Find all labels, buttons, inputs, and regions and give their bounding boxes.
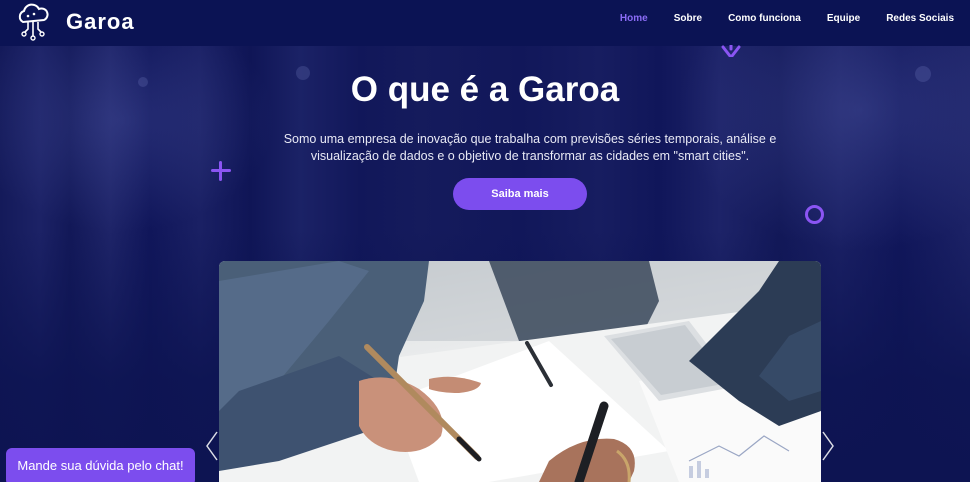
nav-item-sobre[interactable]: Sobre: [674, 13, 702, 24]
chevron-left-icon[interactable]: [204, 430, 220, 462]
nav-item-como-funciona[interactable]: Como funciona: [728, 13, 801, 24]
saiba-mais-button[interactable]: Saiba mais: [453, 178, 587, 210]
navbar: Garoa Home Sobre Como funciona Equipe Re…: [0, 0, 970, 46]
brand-name[interactable]: Garoa: [66, 9, 135, 35]
business-people-writing-on-documents-photo: [219, 261, 821, 482]
decoration-plus-icon: [211, 161, 231, 181]
hero-title: O que é a Garoa: [350, 70, 620, 109]
nav-item-redes-sociais[interactable]: Redes Sociais: [886, 13, 954, 24]
hero-subtitle: Somo uma empresa de inovação que trabalh…: [283, 132, 777, 163]
decoration-circle-icon: [805, 205, 824, 224]
nav-links: Home Sobre Como funciona Equipe Redes So…: [594, 13, 954, 24]
decoration-x-icon: [721, 45, 741, 57]
chat-button[interactable]: Mande sua dúvida pelo chat!: [6, 448, 195, 482]
carousel-image: [219, 261, 821, 482]
nav-item-equipe[interactable]: Equipe: [827, 13, 860, 24]
chevron-right-icon[interactable]: [820, 430, 836, 462]
cloud-circuit-icon[interactable]: [13, 2, 53, 42]
nav-item-home[interactable]: Home: [620, 13, 648, 24]
